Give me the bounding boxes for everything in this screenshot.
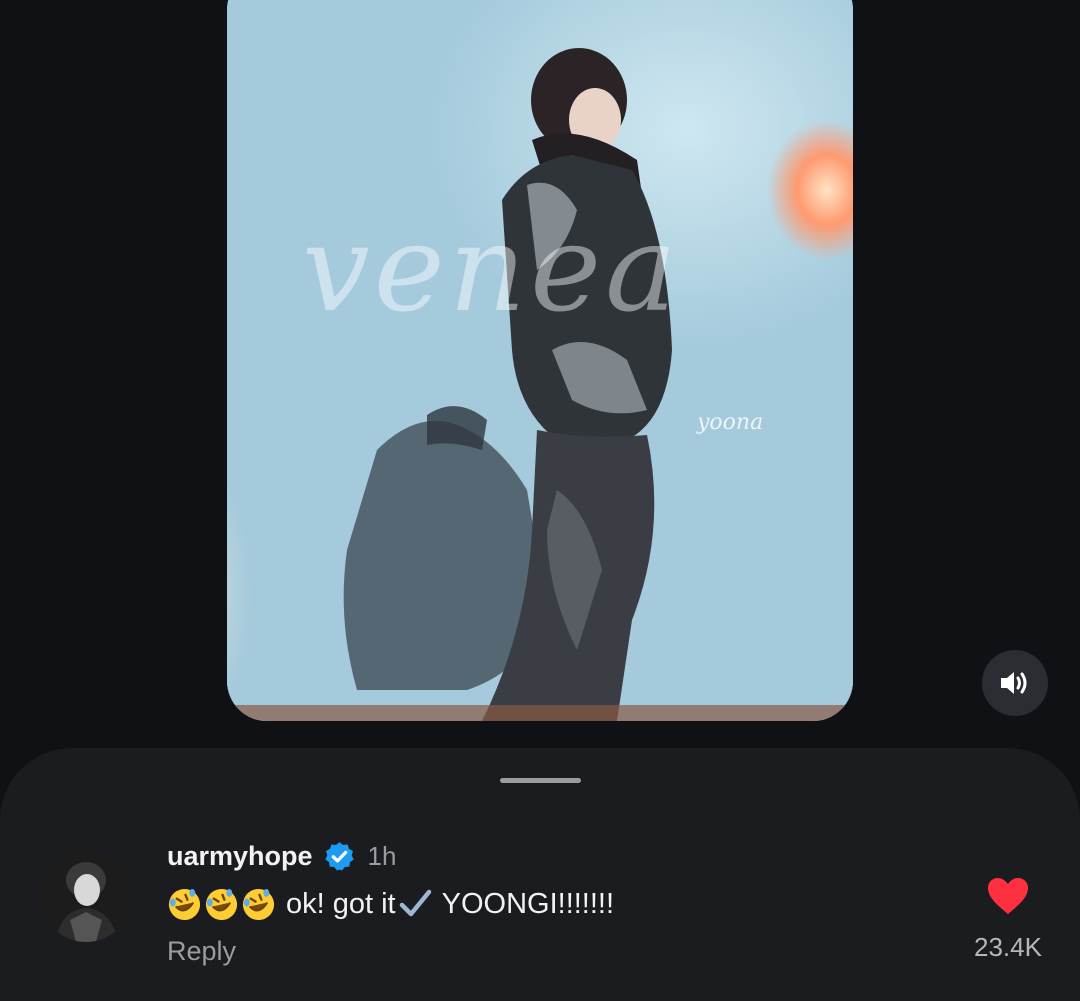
rolling-on-floor-laughing-emoji	[205, 888, 238, 920]
username[interactable]: uarmyhope	[167, 841, 313, 872]
verified-badge-icon	[324, 841, 354, 871]
comments-sheet: uarmyhope 1h ok! got it YOONGI!!!!!!! Re…	[0, 748, 1080, 1001]
reply-button[interactable]: Reply	[167, 936, 236, 967]
heart-icon[interactable]	[986, 876, 1030, 916]
video-frame	[227, 0, 853, 721]
comment-text-end: YOONGI!!!!!!!	[441, 887, 615, 920]
watermark-text: venea	[302, 200, 681, 339]
sound-toggle-button[interactable]	[982, 650, 1048, 716]
screen: venea yoona uarmyhope 1h ok! got it YOON…	[0, 0, 1080, 1001]
timestamp: 1h	[367, 840, 397, 871]
drag-handle[interactable]	[500, 778, 581, 783]
comment-text-main: ok! got it	[286, 887, 396, 920]
watermark-subtext: yoona	[697, 410, 764, 435]
comment-body: ok! got it YOONGI!!!!!!!	[167, 884, 614, 924]
comment-header: uarmyhope 1h	[167, 836, 396, 876]
rolling-on-floor-laughing-emoji	[168, 888, 201, 920]
speaker-on-icon	[1001, 672, 1027, 694]
rolling-on-floor-laughing-emoji	[242, 888, 275, 920]
like-count: 23.4K	[974, 932, 1042, 962]
avatar[interactable]	[40, 850, 132, 942]
video-player[interactable]: venea yoona	[227, 0, 853, 721]
check-mark-icon	[399, 889, 431, 917]
